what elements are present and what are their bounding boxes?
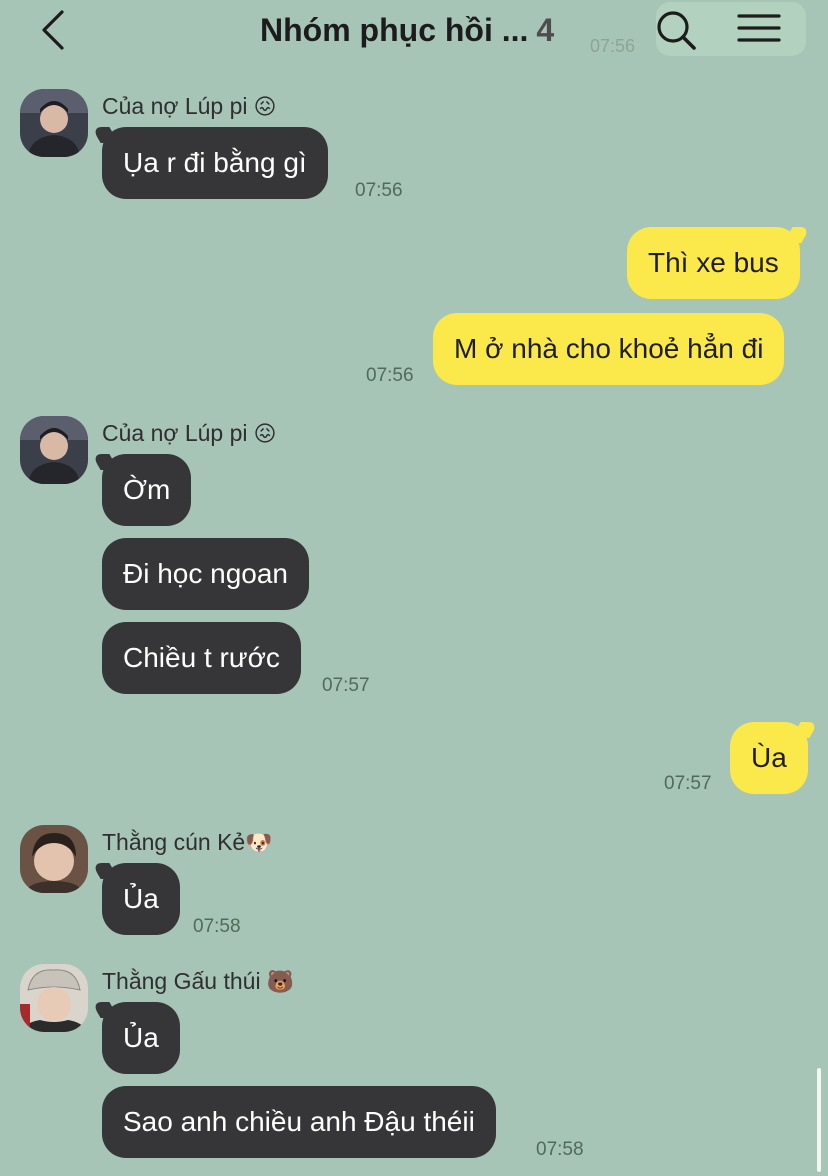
search-icon [657, 11, 696, 50]
sender-name: Thằng Gấu thúi 🐻 [102, 966, 294, 996]
previous-message-time: 07:56 [590, 36, 636, 56]
sender-name-text: Thằng Gấu thúi [102, 968, 261, 994]
avatar-photo-icon [20, 964, 88, 1032]
outgoing-message-bubble[interactable]: Thì xe bus [627, 227, 800, 299]
incoming-message-bubble[interactable]: Ủa [102, 863, 180, 935]
incoming-message-bubble[interactable]: Ủa [102, 1002, 180, 1074]
message-time: 07:57 [322, 675, 370, 696]
sender-emoji: 🐶 [245, 831, 273, 856]
sender-name-text: Của nợ Lúp pi [102, 420, 248, 446]
scrollbar[interactable] [817, 1068, 821, 1172]
sender-name-text: Thằng cún Kẻ [102, 829, 246, 855]
sender-emoji: 😖 [253, 95, 277, 120]
avatar-photo-icon [20, 89, 88, 157]
avatar[interactable] [20, 89, 88, 157]
hamburger-menu-icon [737, 14, 781, 42]
sender-name-text: Của nợ Lúp pi [102, 93, 248, 119]
incoming-message-bubble[interactable]: Chiều t rước [102, 622, 301, 694]
message-time: 07:56 [355, 180, 403, 201]
sender-name: Của nợ Lúp pi 😖 [102, 91, 276, 121]
sender-emoji: 🐻 [266, 970, 294, 995]
sender-name: Thằng cún Kẻ🐶 [102, 827, 273, 857]
sender-emoji: 😖 [253, 422, 277, 447]
message-time: 07:58 [193, 916, 241, 937]
avatar[interactable] [20, 416, 88, 484]
message-time: 07:58 [536, 1139, 584, 1160]
avatar[interactable] [20, 825, 88, 893]
chevron-left-icon [42, 10, 64, 50]
incoming-message-bubble[interactable]: Ụa r đi bằng gì [102, 127, 328, 199]
outgoing-message-bubble[interactable]: M ở nhà cho khoẻ hẳn đi [433, 313, 785, 385]
avatar[interactable] [20, 964, 88, 1032]
chat-title[interactable]: Nhóm phục hồi ... 4 [260, 10, 554, 50]
avatar-photo-icon [20, 825, 88, 893]
incoming-message-bubble[interactable]: Đi học ngoan [102, 538, 310, 610]
sender-name: Của nợ Lúp pi 😖 [102, 418, 276, 448]
back-button[interactable] [30, 6, 78, 54]
avatar-photo-icon [20, 416, 88, 484]
member-count: 4 [536, 12, 555, 48]
incoming-message-bubble[interactable]: Sao anh chiều anh Đậu théii [102, 1086, 496, 1158]
incoming-message-bubble[interactable]: Ờm [102, 454, 192, 526]
chat-header: 07:56 Nhóm phục hồi ... 4 [0, 0, 828, 62]
group-name: Nhóm phục hồi ... [260, 12, 529, 48]
search-button[interactable] [652, 6, 702, 56]
menu-button[interactable] [734, 6, 784, 56]
message-time: 07:57 [664, 773, 712, 794]
outgoing-message-bubble[interactable]: Ùa [730, 722, 808, 794]
message-time: 07:56 [366, 365, 414, 386]
